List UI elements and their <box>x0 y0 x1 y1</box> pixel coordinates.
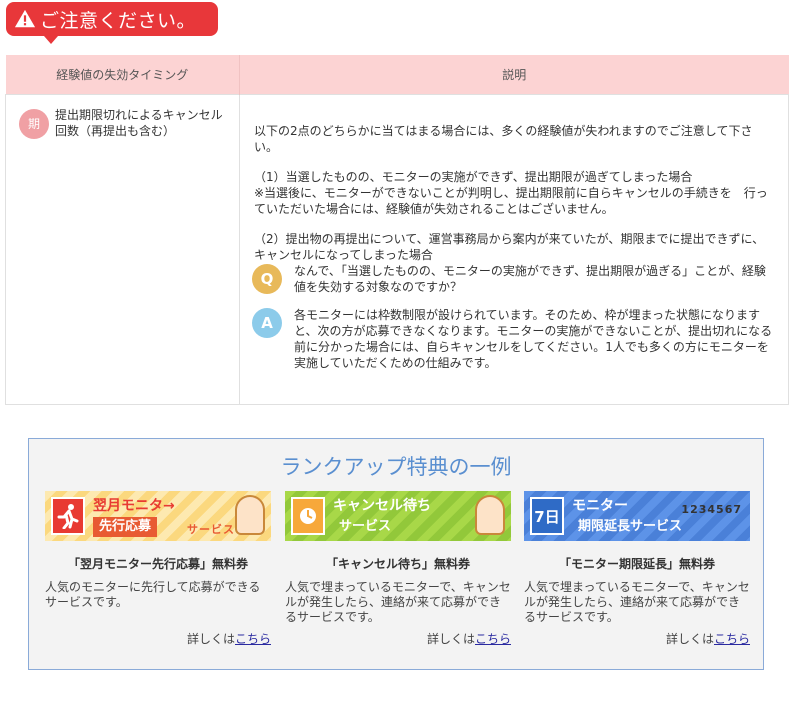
banner-extension[interactable]: 7日 モニター 期限延長サービス 1234567 <box>524 491 750 541</box>
question-icon: Q <box>252 263 282 294</box>
card-desc: 人気のモニターに先行して応募ができるサービスです。 <box>45 580 261 609</box>
person-icon <box>235 495 265 535</box>
person-icon <box>475 495 505 535</box>
warning-badge: ご注意ください。 <box>6 2 218 44</box>
answer-block: A 各モニターには枠数制限が設けられています。そのため、枠が埋まった状態になりま… <box>252 307 774 371</box>
rank-title: ランクアップ特典の一例 <box>280 455 512 479</box>
card-more: 詳しくはこちら <box>665 632 750 646</box>
details-link[interactable]: こちら <box>475 632 511 646</box>
header-description: 説明 <box>239 55 789 94</box>
header-timing: 経験値の失効タイミング <box>5 55 240 94</box>
banner-line2: サービス <box>339 518 392 534</box>
runner-icon <box>51 497 85 535</box>
case1-title: （1）当選したものの、モニターの実施ができず、提出期限が過ぎてしまった場合 <box>254 169 693 184</box>
card-desc: 人気で埋まっているモニターで、キャンセルが発生したら、連絡が来て応募ができるサー… <box>285 580 511 624</box>
banner-line1: モニター <box>572 497 628 514</box>
details-link[interactable]: こちら <box>235 632 271 646</box>
card-name: 「翌月モニター先行応募」無料券 <box>67 557 248 571</box>
banner-line1: 翌月モニタ→ <box>93 497 175 514</box>
period-badge: 期 <box>19 108 49 139</box>
intro-text: 以下の2点のどちらかに当てはまる場合には、多くの経験値が失われますのでご注意して… <box>254 123 753 154</box>
banner-extra: 1234567 <box>681 503 742 516</box>
description-cell: 以下の2点のどちらかに当てはまる場合には、多くの経験値が失われますのでご注意して… <box>239 93 789 405</box>
banner-line2: 先行応募 <box>93 516 158 537</box>
calendar-icon: 7日 <box>530 497 564 535</box>
timing-text: 提出期限切れによるキャンセル回数（再提出も含む） <box>55 107 223 138</box>
banner-line1: キャンセル待ち <box>333 497 431 514</box>
warning-title: ご注意ください。 <box>40 9 197 32</box>
table-header-row: 経験値の失効タイミング 説明 <box>5 55 789 94</box>
card-desc: 人気で埋まっているモニターで、キャンセルが発生したら、連絡が来て応募ができるサー… <box>524 580 750 624</box>
card-more: 詳しくはこちら <box>186 632 271 646</box>
banner-cancel-wait[interactable]: キャンセル待ち サービス <box>285 491 511 541</box>
question-block: Q なんで、「当選したものの、モニターの実施ができず、提出期限が過ぎる」ことが、… <box>252 263 774 295</box>
card-name: 「キャンセル待ち」無料券 <box>325 557 470 571</box>
warning-icon <box>14 9 36 28</box>
table-row: 期 提出期限切れによるキャンセル回数（再提出も含む） 以下の2点のどちらかに当て… <box>5 93 789 405</box>
case1-note: ※当選後に、モニターができないことが判明し、提出期限前に自らキャンセルの手続きを… <box>254 185 768 216</box>
answer-icon: A <box>252 307 282 338</box>
question-text: なんで、「当選したものの、モニターの実施ができず、提出期限が過ぎる」ことが、経験… <box>294 263 766 294</box>
benefit-card-cancel-wait: キャンセル待ち サービス 「キャンセル待ち」無料券 人気で埋まっているモニターで… <box>285 491 511 647</box>
benefit-card-advance: 翌月モニタ→ 先行応募 サービス 「翌月モニター先行応募」無料券 人気のモニター… <box>45 491 271 647</box>
card-name: 「モニター期限延長」無料券 <box>558 557 715 571</box>
card-more: 詳しくはこちら <box>426 632 511 646</box>
answer-text: 各モニターには枠数制限が設けられています。そのため、枠が埋まった状態になりますと… <box>294 307 773 370</box>
benefit-card-extension: 7日 モニター 期限延長サービス 1234567 「モニター期限延長」無料券 人… <box>524 491 750 647</box>
timing-cell: 期 提出期限切れによるキャンセル回数（再提出も含む） <box>5 93 240 405</box>
details-link[interactable]: こちら <box>714 632 750 646</box>
banner-extra: サービス <box>187 523 235 536</box>
case2-title: （2）提出物の再提出について、運営事務局から案内が来ていたが、期限までに提出でき… <box>254 231 765 262</box>
clock-icon <box>291 497 325 535</box>
notice-table: 経験値の失効タイミング 説明 期 提出期限切れによるキャンセル回数（再提出も含む… <box>5 55 789 405</box>
banner-advance[interactable]: 翌月モニタ→ 先行応募 サービス <box>45 491 271 541</box>
banner-line2: 期限延長サービス <box>578 518 683 534</box>
rank-benefits-box: ランクアップ特典の一例 翌月モニタ→ 先行応募 サービス 「翌月モニター先行応募… <box>28 438 764 670</box>
